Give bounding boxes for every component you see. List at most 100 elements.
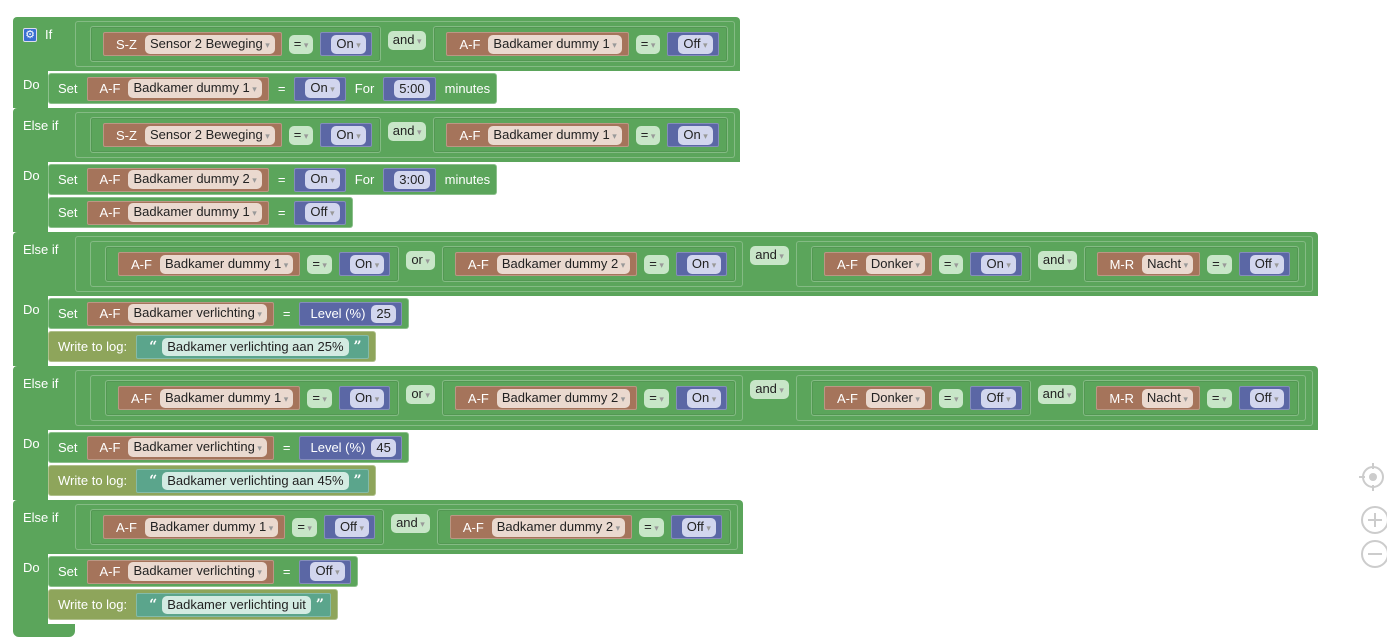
device-block[interactable]: A-F Badkamer dummy 1 [118,386,301,410]
zoom-in-icon[interactable] [1359,504,1387,536]
logic-and-block[interactable]: A-F Donker = Off and M-R Nacht = Off [795,375,1306,421]
state-dropdown[interactable]: Off [1249,254,1284,274]
state-block[interactable]: Off [323,515,376,539]
write-to-log-block[interactable]: Write to log: “Badkamer verlichting aan 2… [48,331,376,362]
device-block[interactable]: M-R Nacht [1096,386,1200,410]
write-to-log-block[interactable]: Write to log: “Badkamer verlichting uit” [48,589,338,620]
compare-block[interactable]: A-F Badkamer dummy 1 = On [433,117,728,153]
device-dropdown[interactable]: Donker [865,254,925,274]
text-block[interactable]: “Badkamer verlichting aan 45%” [136,468,369,493]
logic-and-block[interactable]: A-F Donker = On and M-R Nacht = Off [795,241,1306,287]
logic-operator-dropdown[interactable]: and [387,31,427,50]
device-dropdown[interactable]: Badkamer verlichting [128,562,267,581]
compare-operator-dropdown[interactable]: = [307,388,332,408]
set-block[interactable]: Set A-F Badkamer dummy 2 = On For 3:00 minutes [48,164,498,195]
compare-block[interactable]: A-F Donker = Off [810,380,1031,416]
state-dropdown[interactable]: On [349,388,385,408]
device-block[interactable]: S-Z Sensor 2 Beweging [103,32,282,56]
device-block[interactable]: A-F Badkamer verlichting [86,301,274,326]
device-block[interactable]: A-F Badkamer dummy 1 [446,123,629,147]
logic-or-block[interactable]: A-F Badkamer dummy 1 = On or A-F Badkamer dumm… [90,241,744,287]
compare-block[interactable]: A-F Badkamer dummy 1 = Off [90,509,385,545]
logic-and-block[interactable]: A-F Badkamer dummy 1 = On or A-F Badkamer dumm… [75,236,1313,292]
device-dropdown[interactable]: Badkamer dummy 1 [159,388,294,408]
compare-block[interactable]: S-Z Sensor 2 Beweging = On [90,26,381,62]
compare-operator-dropdown[interactable]: = [288,34,314,54]
state-block[interactable]: Off [1238,252,1290,276]
text-field[interactable]: Badkamer verlichting uit [162,595,311,614]
device-block[interactable]: A-F Badkamer verlichting [86,559,274,584]
device-block[interactable]: A-F Badkamer dummy 1 [118,252,301,276]
state-block[interactable]: On [970,252,1022,276]
state-dropdown[interactable]: On [305,79,340,98]
device-block[interactable]: A-F Badkamer dummy 1 [446,32,629,56]
logic-operator-dropdown[interactable]: and [1037,251,1077,270]
device-dropdown[interactable]: Badkamer dummy 2 [496,254,631,274]
state-dropdown[interactable]: On [686,254,722,274]
duration-block[interactable]: 5:00 [383,76,436,101]
logic-and-block[interactable]: A-F Badkamer dummy 1 = On or A-F Badkamer dumm… [75,370,1313,426]
device-dropdown[interactable]: Badkamer dummy 2 [491,517,626,537]
state-dropdown[interactable]: Off [681,517,716,537]
device-block[interactable]: A-F Badkamer verlichting [86,435,274,460]
state-dropdown[interactable]: Off [334,517,370,537]
compare-operator-dropdown[interactable]: = [307,254,332,274]
compare-operator-dropdown[interactable]: = [635,125,661,145]
compare-operator-dropdown[interactable]: = [644,254,669,274]
compare-operator-dropdown[interactable]: = [639,517,664,537]
state-dropdown[interactable]: Off [305,203,340,222]
device-dropdown[interactable]: Badkamer dummy 1 [128,203,262,222]
state-dropdown[interactable]: On [305,170,340,189]
state-dropdown[interactable]: Off [1249,388,1284,408]
gear-icon[interactable]: ⚙ [23,27,37,42]
compare-operator-dropdown[interactable]: = [938,254,964,274]
compare-block[interactable]: A-F Badkamer dummy 2 = On [441,246,737,282]
compare-block[interactable]: A-F Badkamer dummy 2 = Off [436,509,731,545]
compare-block[interactable]: A-F Badkamer dummy 2 = On [441,380,737,416]
set-block[interactable]: Set A-F Badkamer verlichting = Level (%) 45 [48,432,409,463]
state-block[interactable]: Off [670,515,722,539]
device-dropdown[interactable]: Badkamer dummy 1 [144,517,279,537]
logic-and-block[interactable]: S-Z Sensor 2 Beweging = On and A-F Badkamer du… [75,112,735,158]
level-field[interactable]: 25 [371,304,396,323]
state-block[interactable]: Off [667,32,719,56]
logic-and-block[interactable]: A-F Badkamer dummy 1 = Off and A-F Badkamer du… [75,504,738,550]
device-dropdown[interactable]: Badkamer verlichting [128,438,267,457]
compare-block[interactable]: A-F Badkamer dummy 1 = On [105,380,400,416]
device-dropdown[interactable]: Sensor 2 Beweging [144,125,275,145]
compare-operator-dropdown[interactable]: = [1207,254,1232,274]
state-block[interactable]: On [294,167,346,192]
device-dropdown[interactable]: Donker [865,388,925,408]
compare-operator-dropdown[interactable]: = [635,34,661,54]
compare-block[interactable]: A-F Donker = On [810,246,1031,282]
write-to-log-block[interactable]: Write to log: “Badkamer verlichting aan 4… [48,465,376,496]
logic-and-block[interactable]: S-Z Sensor 2 Beweging = On and A-F Badkamer du… [75,21,735,67]
state-block[interactable]: On [338,252,391,276]
logic-operator-dropdown[interactable]: or [406,385,435,404]
duration-field[interactable]: 5:00 [394,79,430,98]
level-field[interactable]: 45 [371,438,396,457]
compare-operator-dropdown[interactable]: = [288,125,314,145]
device-dropdown[interactable]: Nacht [1142,254,1194,274]
device-dropdown[interactable]: Badkamer dummy 1 [128,79,262,98]
compare-operator-dropdown[interactable]: = [644,388,669,408]
duration-block[interactable]: 3:00 [383,167,436,192]
compare-operator-dropdown[interactable]: = [1206,388,1232,408]
state-block[interactable]: On [675,252,728,276]
device-dropdown[interactable]: Sensor 2 Beweging [144,34,275,54]
state-dropdown[interactable]: On [678,125,713,145]
device-dropdown[interactable]: Nacht [1141,388,1193,408]
state-block[interactable]: Off [1238,386,1290,410]
compare-operator-dropdown[interactable]: = [938,388,964,408]
recenter-icon[interactable] [1357,460,1387,494]
set-block[interactable]: Set A-F Badkamer dummy 1 = Off [48,197,353,228]
state-block[interactable]: On [667,123,719,147]
state-dropdown[interactable]: On [331,34,366,54]
state-block[interactable]: On [320,123,372,147]
device-block[interactable]: A-F Badkamer dummy 2 [449,515,633,539]
compare-block[interactable]: M-R Nacht = Off [1083,380,1299,416]
device-dropdown[interactable]: Badkamer dummy 1 [488,34,622,54]
state-block[interactable]: On [294,76,346,101]
state-dropdown[interactable]: On [981,254,1016,274]
state-block[interactable]: Off [294,200,346,225]
